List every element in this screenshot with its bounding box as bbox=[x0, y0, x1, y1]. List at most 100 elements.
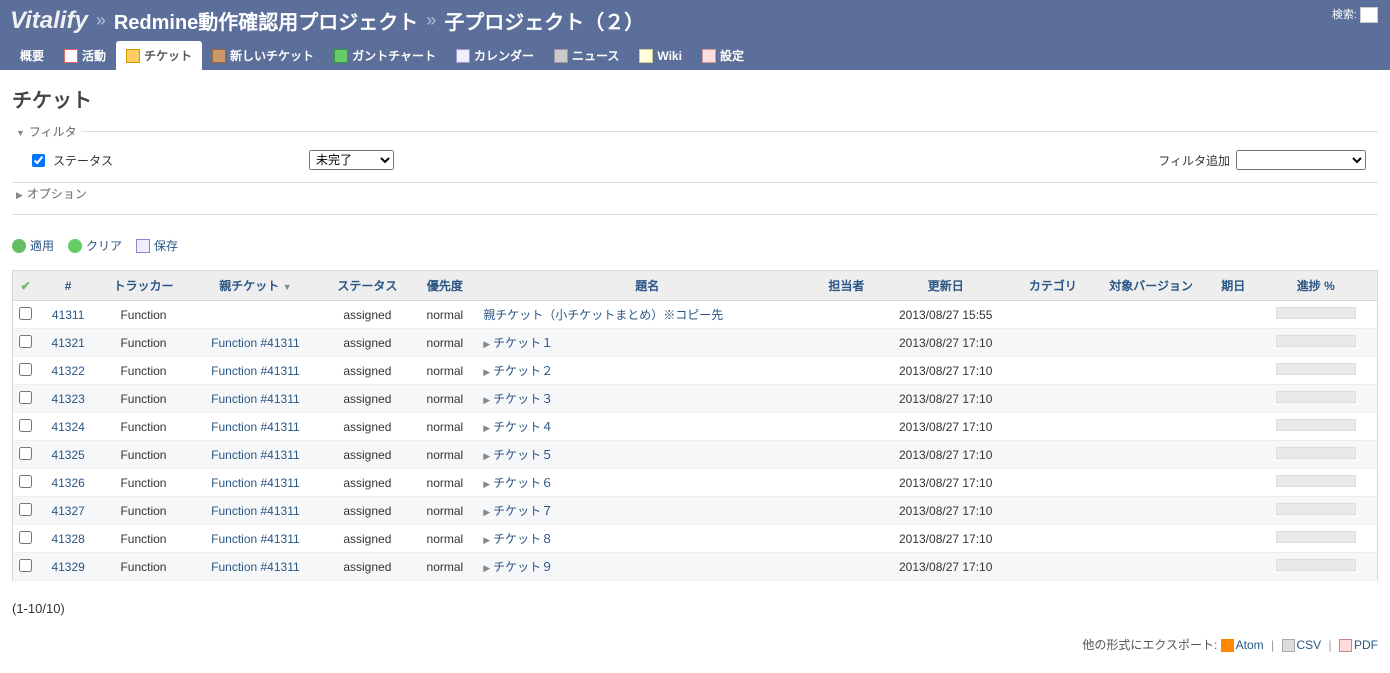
subject-link[interactable]: チケット７ bbox=[493, 504, 553, 518]
issue-id-link[interactable]: 41325 bbox=[51, 448, 84, 462]
table-row[interactable]: 41327FunctionFunction #41311assignednorm… bbox=[13, 497, 1378, 525]
save-button[interactable]: 保存 bbox=[136, 237, 178, 254]
subject-link[interactable]: チケット２ bbox=[493, 364, 553, 378]
expander-icon[interactable]: ▶ bbox=[483, 367, 490, 377]
tab-wiki[interactable]: Wiki bbox=[629, 41, 692, 70]
row-checkbox[interactable] bbox=[19, 559, 32, 572]
cell-due bbox=[1212, 553, 1255, 581]
subject-link[interactable]: チケット８ bbox=[493, 532, 553, 546]
row-checkbox[interactable] bbox=[19, 363, 32, 376]
col-subject[interactable]: 題名 bbox=[477, 271, 817, 301]
search-input[interactable] bbox=[1360, 7, 1378, 23]
table-row[interactable]: 41322FunctionFunction #41311assignednorm… bbox=[13, 357, 1378, 385]
filters-legend[interactable]: ▼フィルタ bbox=[12, 123, 81, 140]
col-updated[interactable]: 更新日 bbox=[876, 271, 1016, 301]
table-row[interactable]: 41321FunctionFunction #41311assignednorm… bbox=[13, 329, 1378, 357]
issue-id-link[interactable]: 41328 bbox=[51, 532, 84, 546]
table-row[interactable]: 41326FunctionFunction #41311assignednorm… bbox=[13, 469, 1378, 497]
col-progress[interactable]: 進捗 % bbox=[1255, 271, 1378, 301]
table-row[interactable]: 41329FunctionFunction #41311assignednorm… bbox=[13, 553, 1378, 581]
expander-icon[interactable]: ▶ bbox=[483, 535, 490, 545]
export-csv[interactable]: CSV bbox=[1297, 638, 1322, 652]
filter-status-select[interactable]: 未完了 bbox=[309, 150, 394, 170]
expander-icon[interactable]: ▶ bbox=[483, 479, 490, 489]
col-status[interactable]: ステータス bbox=[322, 271, 412, 301]
expander-icon[interactable]: ▶ bbox=[483, 339, 490, 349]
col-id[interactable]: # bbox=[38, 271, 98, 301]
parent-link[interactable]: Function #41311 bbox=[211, 420, 300, 434]
cell-status: assigned bbox=[322, 357, 412, 385]
export-pdf[interactable]: PDF bbox=[1354, 638, 1378, 652]
col-checkbox[interactable]: ✔ bbox=[13, 271, 39, 301]
col-tracker[interactable]: トラッカー bbox=[98, 271, 188, 301]
brand-link[interactable]: Vitalify bbox=[10, 7, 88, 35]
filter-status-checkbox[interactable] bbox=[32, 154, 45, 167]
parent-link[interactable]: Function #41311 bbox=[211, 476, 300, 490]
tab-gantt[interactable]: ガントチャート bbox=[324, 41, 446, 70]
parent-link[interactable]: Function #41311 bbox=[211, 364, 300, 378]
project-link[interactable]: Redmine動作確認用プロジェクト bbox=[114, 6, 418, 35]
tab-news[interactable]: ニュース bbox=[544, 41, 629, 70]
row-checkbox[interactable] bbox=[19, 475, 32, 488]
tab-new-ticket[interactable]: 新しいチケット bbox=[202, 41, 324, 70]
issue-id-link[interactable]: 41321 bbox=[51, 336, 84, 350]
table-row[interactable]: 41324FunctionFunction #41311assignednorm… bbox=[13, 413, 1378, 441]
apply-button[interactable]: 適用 bbox=[12, 237, 54, 254]
expander-icon[interactable]: ▶ bbox=[483, 451, 490, 461]
expander-icon[interactable]: ▶ bbox=[483, 507, 490, 517]
tab-settings[interactable]: 設定 bbox=[692, 41, 754, 70]
issue-id-link[interactable]: 41324 bbox=[51, 420, 84, 434]
issue-id-link[interactable]: 41327 bbox=[51, 504, 84, 518]
parent-link[interactable]: Function #41311 bbox=[211, 532, 300, 546]
tab-activity[interactable]: 活動 bbox=[54, 41, 116, 70]
issue-id-link[interactable]: 41311 bbox=[52, 308, 84, 322]
parent-link[interactable]: Function #41311 bbox=[211, 336, 300, 350]
clear-button[interactable]: クリア bbox=[68, 237, 122, 254]
subject-link[interactable]: チケット９ bbox=[493, 560, 553, 574]
export-atom[interactable]: Atom bbox=[1236, 638, 1264, 652]
parent-link[interactable]: Function #41311 bbox=[211, 504, 300, 518]
row-checkbox[interactable] bbox=[19, 503, 32, 516]
row-checkbox[interactable] bbox=[19, 531, 32, 544]
parent-link[interactable]: Function #41311 bbox=[211, 560, 300, 574]
row-checkbox[interactable] bbox=[19, 335, 32, 348]
issue-id-link[interactable]: 41329 bbox=[51, 560, 84, 574]
expander-icon[interactable]: ▶ bbox=[483, 563, 490, 573]
expander-icon[interactable]: ▶ bbox=[483, 423, 490, 433]
table-row[interactable]: 41328FunctionFunction #41311assignednorm… bbox=[13, 525, 1378, 553]
col-priority[interactable]: 優先度 bbox=[413, 271, 478, 301]
cell-parent: Function #41311 bbox=[189, 497, 323, 525]
subject-link[interactable]: チケット６ bbox=[493, 476, 553, 490]
row-checkbox[interactable] bbox=[19, 307, 32, 320]
issue-id-link[interactable]: 41322 bbox=[51, 364, 84, 378]
parent-link[interactable]: Function #41311 bbox=[211, 392, 300, 406]
row-checkbox[interactable] bbox=[19, 419, 32, 432]
row-checkbox[interactable] bbox=[19, 447, 32, 460]
settings-icon bbox=[702, 49, 716, 63]
col-version[interactable]: 対象バージョン bbox=[1090, 271, 1212, 301]
pagination: (1-10/10) bbox=[12, 581, 1378, 626]
subject-link[interactable]: チケット３ bbox=[493, 392, 553, 406]
issue-id-link[interactable]: 41323 bbox=[51, 392, 84, 406]
tab-calendar[interactable]: カレンダー bbox=[446, 41, 544, 70]
table-row[interactable]: 41325FunctionFunction #41311assignednorm… bbox=[13, 441, 1378, 469]
col-due[interactable]: 期日 bbox=[1212, 271, 1255, 301]
filter-add-select[interactable] bbox=[1236, 150, 1366, 170]
issue-id-link[interactable]: 41326 bbox=[51, 476, 84, 490]
expander-icon[interactable]: ▶ bbox=[483, 395, 490, 405]
subject-link[interactable]: チケット５ bbox=[493, 448, 553, 462]
tab-tickets[interactable]: チケット bbox=[116, 41, 202, 70]
tab-overview[interactable]: 概要 bbox=[10, 41, 54, 70]
col-assignee[interactable]: 担当者 bbox=[817, 271, 875, 301]
table-row[interactable]: 41311Functionassignednormal親チケット（小チケットまと… bbox=[13, 301, 1378, 329]
options-legend[interactable]: ▶オプション bbox=[12, 185, 91, 202]
table-row[interactable]: 41323FunctionFunction #41311assignednorm… bbox=[13, 385, 1378, 413]
row-checkbox[interactable] bbox=[19, 391, 32, 404]
col-category[interactable]: カテゴリ bbox=[1016, 271, 1090, 301]
subproject-link[interactable]: 子プロジェクト（２） bbox=[444, 6, 644, 35]
col-parent[interactable]: 親チケット ▼ bbox=[189, 271, 323, 301]
subject-link[interactable]: 親チケット（小チケットまとめ）※コピー先 bbox=[483, 308, 723, 322]
subject-link[interactable]: チケット４ bbox=[493, 420, 553, 434]
subject-link[interactable]: チケット１ bbox=[493, 336, 553, 350]
parent-link[interactable]: Function #41311 bbox=[211, 448, 300, 462]
